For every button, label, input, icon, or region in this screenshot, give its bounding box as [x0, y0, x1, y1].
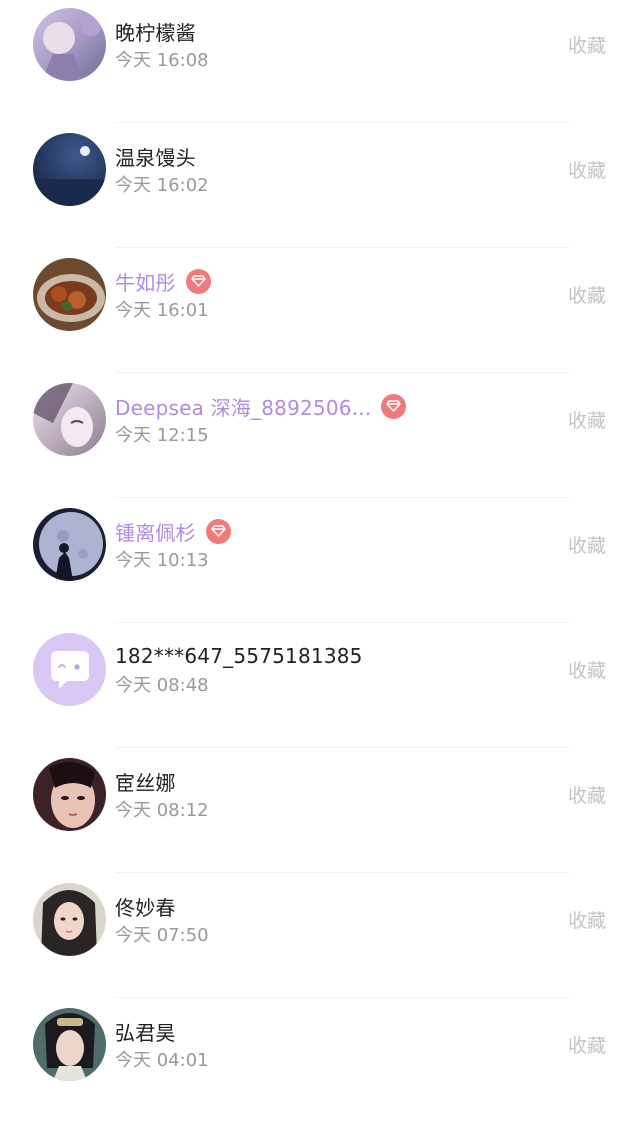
list-item[interactable]: 弘君昊 今天 04:01 收藏: [0, 998, 640, 1123]
favorite-button[interactable]: 收藏: [568, 31, 606, 58]
avatar[interactable]: [33, 508, 106, 581]
list-item[interactable]: Deepsea 深海_8892506... 今天 12:15 收藏: [0, 373, 640, 498]
list-item[interactable]: 182***647_5575181385 今天 08:48 收藏: [0, 623, 640, 748]
favorite-button[interactable]: 收藏: [568, 1031, 606, 1058]
avatar[interactable]: [33, 633, 106, 706]
user-name[interactable]: 佟妙春: [115, 892, 176, 921]
avatar[interactable]: [33, 8, 106, 81]
avatar[interactable]: [33, 758, 106, 831]
vip-diamond-icon: [381, 393, 407, 419]
favorite-button[interactable]: 收藏: [568, 406, 606, 433]
list-item[interactable]: 宦丝娜 今天 08:12 收藏: [0, 748, 640, 873]
visit-time: 今天 16:08: [115, 50, 209, 71]
user-name[interactable]: 温泉馒头: [115, 142, 196, 171]
favorite-button[interactable]: 收藏: [568, 781, 606, 808]
list-item[interactable]: 温泉馒头 今天 16:02 收藏: [0, 123, 640, 248]
avatar[interactable]: [33, 258, 106, 331]
visit-time: 今天 12:15: [115, 425, 209, 446]
list-item[interactable]: 牛如彤 今天 16:01 收藏: [0, 248, 640, 373]
visit-time: 今天 16:01: [115, 300, 209, 321]
avatar[interactable]: [33, 383, 106, 456]
user-name[interactable]: 锺离佩杉: [115, 517, 196, 546]
visit-time: 今天 16:02: [115, 175, 209, 196]
visit-time: 今天 08:48: [115, 675, 209, 696]
visit-time: 今天 10:13: [115, 550, 209, 571]
vip-diamond-icon: [205, 518, 231, 544]
favorite-button[interactable]: 收藏: [568, 156, 606, 183]
user-name[interactable]: Deepsea 深海_8892506...: [115, 392, 371, 421]
favorite-button[interactable]: 收藏: [568, 656, 606, 683]
favorite-button[interactable]: 收藏: [568, 906, 606, 933]
list-item[interactable]: 佟妙春 今天 07:50 收藏: [0, 873, 640, 998]
visitor-list: 晚柠檬酱 今天 16:08 收藏 温泉馒头 今天 16:02 收藏 牛如彤 今天…: [0, 0, 640, 1081]
favorite-button[interactable]: 收藏: [568, 281, 606, 308]
avatar[interactable]: [33, 883, 106, 956]
user-name[interactable]: 弘君昊: [115, 1017, 176, 1046]
user-name[interactable]: 牛如彤: [115, 267, 176, 296]
list-item[interactable]: 晚柠檬酱 今天 16:08 收藏: [0, 0, 640, 123]
user-name[interactable]: 宦丝娜: [115, 767, 176, 796]
avatar[interactable]: [33, 1008, 106, 1081]
vip-diamond-icon: [185, 268, 211, 294]
visit-time: 今天 07:50: [115, 925, 209, 946]
visit-time: 今天 08:12: [115, 800, 209, 821]
avatar[interactable]: [33, 133, 106, 206]
favorite-button[interactable]: 收藏: [568, 531, 606, 558]
user-name[interactable]: 晚柠檬酱: [115, 17, 196, 46]
visit-time: 今天 04:01: [115, 1050, 209, 1071]
list-item[interactable]: 锺离佩杉 今天 10:13 收藏: [0, 498, 640, 623]
user-name[interactable]: 182***647_5575181385: [115, 644, 363, 668]
